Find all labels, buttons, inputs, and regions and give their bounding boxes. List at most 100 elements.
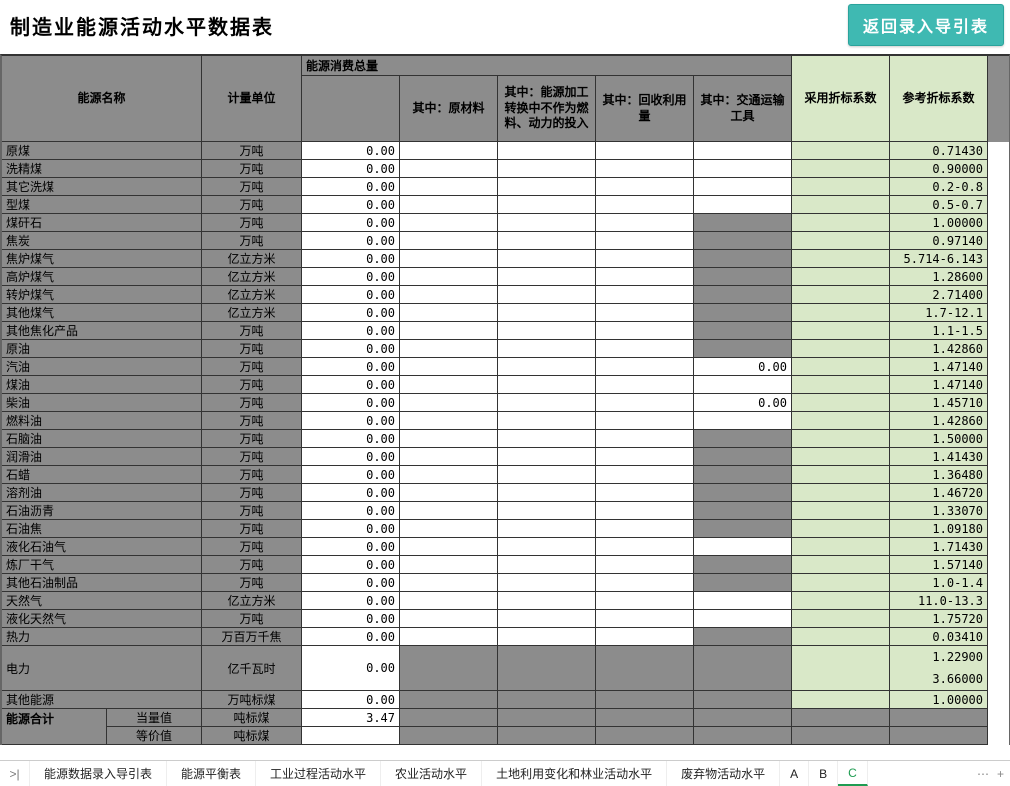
cell-recyc[interactable]	[596, 628, 694, 646]
cell-total[interactable]: 0.00	[302, 430, 400, 448]
cell-proc[interactable]	[498, 160, 596, 178]
cell-recyc[interactable]	[596, 502, 694, 520]
cell-recyc[interactable]	[596, 466, 694, 484]
cell-total[interactable]: 0.00	[302, 466, 400, 484]
cell-raw[interactable]	[400, 574, 498, 592]
cell-proc[interactable]	[498, 304, 596, 322]
cell-proc[interactable]	[498, 538, 596, 556]
cell-proc[interactable]	[498, 574, 596, 592]
cell-proc[interactable]	[498, 268, 596, 286]
cell-raw[interactable]	[400, 358, 498, 376]
cell-coef-used[interactable]	[792, 502, 890, 520]
cell-total[interactable]: 0.00	[302, 286, 400, 304]
cell-total[interactable]: 0.00	[302, 556, 400, 574]
cell-recyc[interactable]	[596, 322, 694, 340]
cell-recyc[interactable]	[596, 160, 694, 178]
cell-recyc[interactable]	[596, 430, 694, 448]
cell-recyc[interactable]	[596, 376, 694, 394]
cell-recyc[interactable]	[596, 178, 694, 196]
cell-trans[interactable]	[694, 610, 792, 628]
back-button[interactable]: 返回录入导引表	[848, 4, 1004, 46]
cell-coef-used[interactable]	[792, 538, 890, 556]
sheet-tab[interactable]: 废弃物活动水平	[667, 761, 780, 786]
cell-raw[interactable]	[400, 322, 498, 340]
cell-proc[interactable]	[498, 214, 596, 232]
cell-proc[interactable]	[498, 232, 596, 250]
sheet-tab[interactable]: 农业活动水平	[381, 761, 482, 786]
cell-raw[interactable]	[400, 556, 498, 574]
cell-recyc[interactable]	[596, 214, 694, 232]
cell-proc[interactable]	[498, 502, 596, 520]
cell-raw[interactable]	[400, 484, 498, 502]
cell-total[interactable]: 0.00	[302, 574, 400, 592]
cell-proc[interactable]	[498, 484, 596, 502]
cell-coef-used[interactable]	[792, 574, 890, 592]
cell-total[interactable]: 0.00	[302, 160, 400, 178]
cell-coef-used[interactable]	[792, 394, 890, 412]
cell-raw[interactable]	[400, 178, 498, 196]
cell-raw[interactable]	[400, 412, 498, 430]
sheet-tab[interactable]: C	[838, 761, 868, 786]
cell-raw[interactable]	[400, 628, 498, 646]
cell-trans[interactable]	[694, 376, 792, 394]
cell-recyc[interactable]	[596, 592, 694, 610]
cell-proc[interactable]	[498, 196, 596, 214]
cell-recyc[interactable]	[596, 250, 694, 268]
cell-coef-used[interactable]	[792, 340, 890, 358]
cell-total[interactable]: 0.00	[302, 232, 400, 250]
cell-trans[interactable]	[694, 160, 792, 178]
cell-proc[interactable]	[498, 466, 596, 484]
cell-coef-used[interactable]	[792, 412, 890, 430]
cell-proc[interactable]	[498, 412, 596, 430]
cell-total[interactable]: 0.00	[302, 394, 400, 412]
cell-recyc[interactable]	[596, 268, 694, 286]
sheet-tab[interactable]: 工业过程活动水平	[256, 761, 381, 786]
cell-proc[interactable]	[498, 358, 596, 376]
cell-raw[interactable]	[400, 592, 498, 610]
cell-coef-used[interactable]	[792, 286, 890, 304]
cell-coef-used[interactable]	[792, 628, 890, 646]
cell-proc[interactable]	[498, 520, 596, 538]
cell-coef-used[interactable]	[792, 646, 890, 691]
cell-total[interactable]: 0.00	[302, 484, 400, 502]
cell-trans[interactable]	[694, 592, 792, 610]
sheet-tab[interactable]: B	[809, 761, 838, 786]
cell-proc[interactable]	[498, 142, 596, 160]
cell-total[interactable]: 0.00	[302, 250, 400, 268]
cell-proc[interactable]	[498, 286, 596, 304]
cell-total[interactable]: 0.00	[302, 196, 400, 214]
cell-coef-used[interactable]	[792, 484, 890, 502]
cell-proc[interactable]	[498, 610, 596, 628]
cell-coef-used[interactable]	[792, 214, 890, 232]
cell-raw[interactable]	[400, 610, 498, 628]
cell-total[interactable]: 0.00	[302, 214, 400, 232]
cell-coef-used[interactable]	[792, 610, 890, 628]
cell-total[interactable]: 0.00	[302, 592, 400, 610]
cell-proc[interactable]	[498, 556, 596, 574]
cell-coef-used[interactable]	[792, 178, 890, 196]
cell-proc[interactable]	[498, 250, 596, 268]
cell-trans[interactable]	[694, 196, 792, 214]
cell-raw[interactable]	[400, 286, 498, 304]
cell-proc[interactable]	[498, 430, 596, 448]
cell-total[interactable]: 0.00	[302, 646, 400, 691]
cell-coef-used[interactable]	[792, 232, 890, 250]
cell-total[interactable]: 0.00	[302, 304, 400, 322]
cell-raw[interactable]	[400, 304, 498, 322]
cell-raw[interactable]	[400, 232, 498, 250]
cell-raw[interactable]	[400, 466, 498, 484]
cell-recyc[interactable]	[596, 412, 694, 430]
cell-proc[interactable]	[498, 448, 596, 466]
sheet-tab[interactable]: 土地利用变化和林业活动水平	[482, 761, 667, 786]
cell-recyc[interactable]	[596, 142, 694, 160]
cell-trans[interactable]: 0.00	[694, 394, 792, 412]
cell-total[interactable]: 0.00	[302, 322, 400, 340]
cell-recyc[interactable]	[596, 610, 694, 628]
cell-total[interactable]: 0.00	[302, 268, 400, 286]
cell-recyc[interactable]	[596, 340, 694, 358]
cell-raw[interactable]	[400, 376, 498, 394]
cell-recyc[interactable]	[596, 196, 694, 214]
sheet-more-icon[interactable]: ⋯	[977, 767, 989, 781]
sheet-tab[interactable]: 能源数据录入导引表	[30, 761, 167, 786]
cell-raw[interactable]	[400, 502, 498, 520]
